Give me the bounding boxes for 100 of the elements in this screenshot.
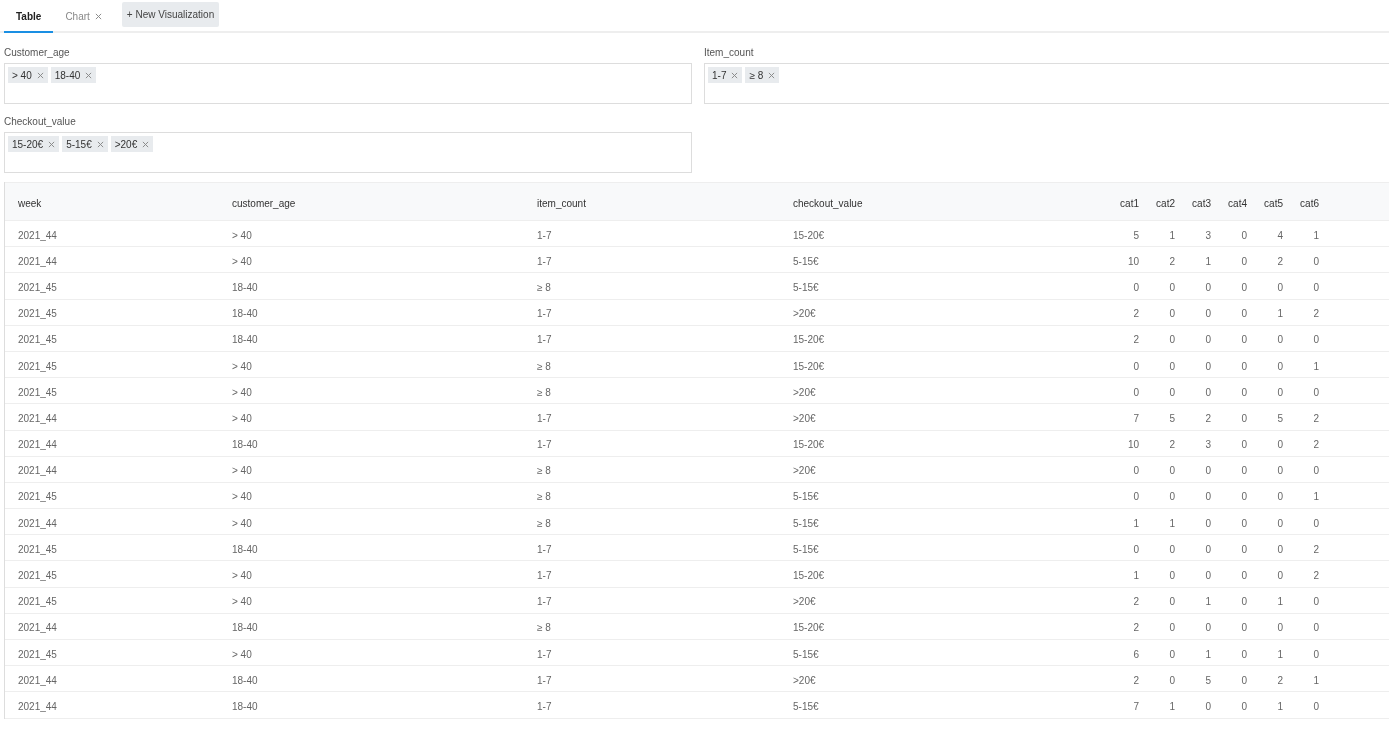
table-cell: 2021_45 — [18, 570, 57, 582]
table-cell: 2 — [1205, 412, 1211, 424]
table-cell: 0 — [1169, 386, 1175, 398]
table-cell: 0 — [1241, 622, 1247, 634]
table-cell: 0 — [1277, 281, 1283, 293]
table-cell: 0 — [1205, 517, 1211, 529]
column-header: checkout_value — [793, 197, 863, 209]
table-cell: 2 — [1313, 308, 1319, 320]
table-cell: 1 — [1277, 700, 1283, 712]
table-cell: 0 — [1277, 465, 1283, 477]
table-cell: >20€ — [793, 674, 816, 686]
table-cell: 0 — [1313, 622, 1319, 634]
table-cell: 2 — [1169, 255, 1175, 267]
column-header: cat5 — [1264, 197, 1283, 209]
column-header: item_count — [537, 197, 586, 209]
table-cell: 6 — [1133, 648, 1139, 660]
tag-text: 1-7 — [712, 68, 727, 83]
table-cell: 0 — [1133, 281, 1139, 293]
table-cell: 15-20€ — [793, 622, 825, 634]
table-cell: 0 — [1133, 491, 1139, 503]
table-cell: 1 — [1133, 570, 1139, 582]
column-header: cat4 — [1228, 197, 1247, 209]
table-cell: 1 — [1205, 648, 1211, 660]
table-cell: 10 — [1127, 255, 1139, 267]
table-cell: 2021_45 — [18, 281, 57, 293]
table-cell: 0 — [1241, 700, 1247, 712]
table-cell: 2 — [1133, 674, 1139, 686]
table-cell: >20€ — [793, 308, 816, 320]
tag-select-field[interactable]: 1-7 ≥ 8 — [704, 63, 1389, 104]
table-cell: 15-20€ — [793, 229, 825, 241]
table-cell: > 40 — [232, 412, 252, 424]
close-icon[interactable] — [731, 71, 739, 79]
table-cell: 0 — [1241, 386, 1247, 398]
tag-text: > 40 — [12, 68, 32, 83]
tag-select-field[interactable]: 15-20€ 5-15€ >20€ — [4, 132, 692, 173]
table-cell: 0 — [1169, 491, 1175, 503]
table-cell: 0 — [1241, 308, 1247, 320]
table-cell: 0 — [1205, 360, 1211, 372]
table-cell: 2 — [1169, 439, 1175, 451]
column-header: customer_age — [232, 197, 296, 209]
close-icon[interactable] — [768, 71, 776, 79]
table-cell: 0 — [1205, 700, 1211, 712]
close-icon[interactable] — [142, 140, 150, 148]
table-cell: > 40 — [232, 255, 252, 267]
table-cell: 1 — [1169, 229, 1175, 241]
filter-label: Checkout_value — [4, 116, 77, 128]
table-cell: 2 — [1133, 334, 1139, 346]
table-cell: 0 — [1313, 517, 1319, 529]
table-cell: 0 — [1277, 491, 1283, 503]
table-cell: 4 — [1277, 229, 1283, 241]
close-icon[interactable] — [48, 140, 56, 148]
table-cell: 0 — [1133, 360, 1139, 372]
table-cell: 0 — [1313, 281, 1319, 293]
table-cell: 1 — [1169, 700, 1175, 712]
table-cell: 2021_44 — [18, 465, 57, 477]
table-cell: 0 — [1241, 674, 1247, 686]
table-cell: 18-40 — [232, 439, 258, 451]
filter-label: Customer_age — [4, 47, 71, 59]
table-cell: 1 — [1277, 596, 1283, 608]
close-icon[interactable] — [85, 71, 93, 79]
table-cell: 0 — [1241, 517, 1247, 529]
table-cell: 1-7 — [537, 543, 552, 555]
tag-select-field[interactable]: > 40 18-40 — [4, 63, 692, 104]
table-cell: 0 — [1277, 570, 1283, 582]
table-cell: 2 — [1277, 255, 1283, 267]
close-icon[interactable] — [94, 13, 102, 20]
table-cell: 0 — [1313, 596, 1319, 608]
table-cell: 7 — [1133, 412, 1139, 424]
table-cell: 0 — [1169, 543, 1175, 555]
close-icon[interactable] — [96, 140, 104, 148]
table-cell: > 40 — [232, 491, 252, 503]
table-cell: ≥ 8 — [537, 622, 551, 634]
table-cell: 0 — [1205, 491, 1211, 503]
table-cell: 5-15€ — [793, 281, 819, 293]
table-cell: 2021_45 — [18, 648, 57, 660]
table-cell: 0 — [1169, 465, 1175, 477]
table-cell: 0 — [1169, 360, 1175, 372]
table-cell: 3 — [1205, 229, 1211, 241]
tab[interactable]: Chart — [53, 2, 114, 33]
table-cell: 1-7 — [537, 439, 552, 451]
table-cell: >20€ — [793, 596, 816, 608]
tag-text: >20€ — [114, 137, 138, 152]
table-cell: 0 — [1169, 281, 1175, 293]
table-cell: 0 — [1313, 700, 1319, 712]
table-cell: >20€ — [793, 412, 816, 424]
table-cell: 0 — [1169, 648, 1175, 660]
table-cell: 0 — [1241, 229, 1247, 241]
table-cell: 1-7 — [537, 412, 552, 424]
table-cell: 0 — [1313, 648, 1319, 660]
table-cell: 10 — [1127, 439, 1139, 451]
table-cell: 2021_44 — [18, 412, 57, 424]
new-visualization-button[interactable]: + New Visualization — [121, 2, 220, 27]
table-cell: 2021_45 — [18, 386, 57, 398]
close-icon[interactable] — [36, 71, 44, 79]
table-cell: 15-20€ — [793, 439, 825, 451]
table-cell: 7 — [1133, 700, 1139, 712]
tab[interactable]: Table — [4, 2, 54, 33]
table-cell: 0 — [1313, 334, 1319, 346]
table-cell: 5-15€ — [793, 700, 819, 712]
table-cell: 0 — [1313, 465, 1319, 477]
